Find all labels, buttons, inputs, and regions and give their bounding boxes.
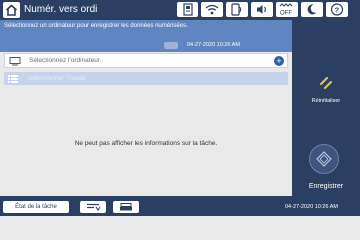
right-action-panel: Réinitialiser Enregistrer — [292, 20, 360, 196]
wifi-direct-icon — [231, 3, 242, 16]
header-datetime: 04-27-2020 10:26 AM — [187, 42, 240, 48]
quiet-mode-state: OFF — [280, 11, 292, 17]
fax-icon — [120, 203, 132, 211]
volume-icon — [257, 5, 266, 14]
wifi-button[interactable] — [201, 2, 223, 17]
quiet-mode-off-icon: OFF — [279, 3, 293, 17]
sleep-button[interactable] — [301, 2, 323, 17]
stop-resume-button[interactable] — [80, 201, 106, 213]
home-icon[interactable] — [3, 2, 20, 18]
reset-button[interactable]: Réinitialiser — [292, 75, 360, 115]
help-button[interactable]: ? — [326, 2, 348, 17]
wifi-icon — [205, 4, 219, 15]
tray-switch-icon — [87, 203, 101, 211]
reset-label: Réinitialiser — [311, 98, 341, 104]
help-icon: ? — [330, 3, 344, 16]
bottom-bar: État de la tâche 04-27-2020 10:26 AM — [0, 196, 360, 216]
svg-text:?: ? — [335, 5, 340, 14]
fax-button[interactable] — [113, 201, 139, 213]
sleep-moon-icon — [307, 4, 317, 15]
instruction-message: Sélectionnez un ordinateur pour enregist… — [4, 23, 188, 29]
save-start-button[interactable] — [309, 144, 339, 174]
computer-select-placeholder: Sélectionnez l'ordinateur. — [29, 57, 102, 64]
footer-datetime: 04-27-2020 10:26 AM — [285, 204, 338, 210]
job-info-message: Ne peut pas afficher les informations su… — [74, 140, 218, 147]
device-status-button[interactable] — [177, 2, 198, 17]
add-computer-button[interactable]: + — [274, 56, 284, 66]
save-start-label: Enregistrer — [308, 183, 344, 190]
computer-icon — [9, 57, 21, 66]
plus-icon: + — [276, 56, 282, 66]
job-status-button[interactable]: État de la tâche — [3, 201, 69, 213]
screen-title: Numér. vers ordi — [24, 4, 98, 15]
start-diamond-icon — [316, 151, 332, 167]
count-badge — [164, 42, 178, 49]
reset-icon — [319, 76, 333, 90]
wifi-direct-button[interactable] — [226, 2, 248, 17]
top-bar: Numér. vers ordi OFF ? — [0, 0, 360, 20]
computer-select-field[interactable]: Sélectionnez l'ordinateur. + — [4, 53, 288, 68]
job-select-field[interactable]: Sélectionner Travail — [4, 72, 288, 85]
main-panel: Sélectionnez un ordinateur pour enregist… — [0, 20, 292, 196]
list-icon — [8, 75, 18, 83]
job-select-placeholder: Sélectionner Travail — [28, 75, 86, 82]
quiet-mode-button[interactable]: OFF — [276, 2, 298, 17]
device-status-icon — [182, 3, 193, 16]
volume-button[interactable] — [251, 2, 273, 17]
